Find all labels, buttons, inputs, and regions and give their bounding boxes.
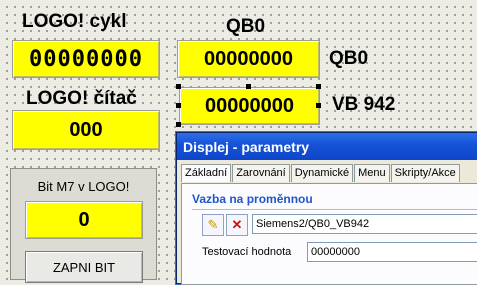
dialog-tabs: Základní Zarovnání Dynamické Menu Skript… bbox=[181, 164, 461, 182]
tab-dynamicke[interactable]: Dynamické bbox=[290, 164, 354, 182]
parameters-dialog: Displej - parametry Základní Zarovnání D… bbox=[176, 132, 477, 285]
display-citac: 000 bbox=[12, 110, 160, 150]
bit-value-display: 0 bbox=[25, 201, 143, 239]
label-logo-citac: LOGO! čítač bbox=[26, 88, 137, 109]
pencil-icon: ✎ bbox=[207, 217, 219, 232]
selection-handle[interactable] bbox=[246, 84, 251, 89]
selection-handle[interactable] bbox=[176, 84, 181, 89]
test-value-input[interactable]: 00000000 bbox=[307, 242, 477, 262]
label-logo-cyklus: LOGO! cykl bbox=[22, 11, 127, 32]
bit-m7-panel: Bit M7 v LOGO! 0 ZAPNI BIT bbox=[10, 168, 157, 283]
label-vb942-right: VB 942 bbox=[332, 94, 396, 115]
display-vb942[interactable]: 00000000 bbox=[179, 87, 320, 125]
variable-path-field[interactable]: Siemens2/QB0_VB942 bbox=[252, 214, 477, 234]
tab-menu[interactable]: Menu bbox=[354, 164, 390, 182]
dialog-title: Displej - parametry bbox=[177, 133, 477, 160]
tab-zakladni[interactable]: Základní bbox=[181, 164, 232, 182]
tab-skripty-akce[interactable]: Skripty/Akce bbox=[390, 164, 460, 182]
tab-zarovnani[interactable]: Zarovnání bbox=[232, 164, 290, 182]
section-title: Vazba na proměnnou bbox=[192, 192, 313, 206]
label-qb0-top: QB0 bbox=[226, 16, 266, 37]
close-icon: ✕ bbox=[231, 217, 243, 232]
section-divider bbox=[192, 209, 477, 210]
test-value-label: Testovací hodnota bbox=[202, 246, 292, 258]
selection-handle[interactable] bbox=[316, 103, 321, 108]
selection-handle[interactable] bbox=[316, 84, 321, 89]
label-qb0-right: QB0 bbox=[329, 48, 369, 69]
selection-handle[interactable] bbox=[176, 122, 181, 127]
display-cyklus: 00000000 bbox=[12, 40, 160, 78]
zapni-bit-button[interactable]: ZAPNI BIT bbox=[25, 251, 143, 283]
display-qb0: 00000000 bbox=[177, 40, 320, 78]
bit-panel-title: Bit M7 v LOGO! bbox=[37, 179, 130, 194]
delete-variable-button[interactable]: ✕ bbox=[226, 214, 248, 236]
selection-handle[interactable] bbox=[176, 103, 181, 108]
edit-variable-button[interactable]: ✎ bbox=[202, 214, 224, 236]
tab-content: Vazba na proměnnou ✎ ✕ Siemens2/QB0_VB94… bbox=[181, 183, 477, 285]
